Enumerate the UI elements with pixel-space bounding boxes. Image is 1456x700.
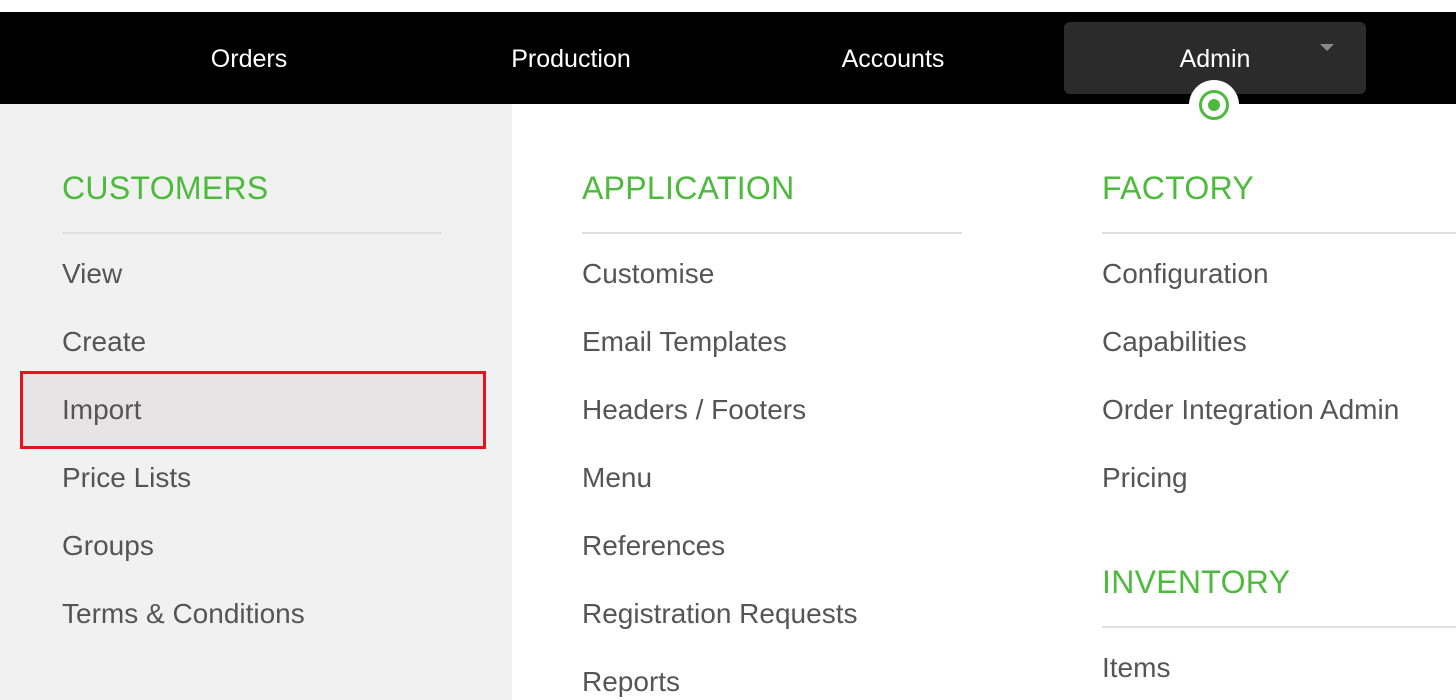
top-strip <box>0 0 1456 12</box>
nav-production[interactable]: Production <box>470 12 672 104</box>
menu-item-customers-price-lists[interactable]: Price Lists <box>62 462 191 494</box>
menu-item-factory-capabilities[interactable]: Capabilities <box>1102 326 1247 358</box>
menu-item-inventory-items[interactable]: Items <box>1102 652 1170 684</box>
menu-item-application-email-templates[interactable]: Email Templates <box>582 326 787 358</box>
nav-accounts[interactable]: Accounts <box>792 12 994 104</box>
chevron-down-icon[interactable] <box>1320 44 1334 51</box>
section-title-inventory: INVENTORY <box>1102 564 1291 600</box>
menu-item-customers-import[interactable]: Import <box>62 394 141 426</box>
inventory-divider <box>1102 626 1456 628</box>
top-navbar: Orders Production Accounts Admin <box>0 12 1456 104</box>
menu-item-application-customise[interactable]: Customise <box>582 258 714 290</box>
nav-orders[interactable]: Orders <box>150 12 348 104</box>
menu-item-application-reports[interactable]: Reports <box>582 666 680 698</box>
target-dot <box>1208 99 1220 111</box>
menu-item-factory-configuration[interactable]: Configuration <box>1102 258 1269 290</box>
menu-item-factory-pricing[interactable]: Pricing <box>1102 462 1188 494</box>
menu-item-application-headers-footers[interactable]: Headers / Footers <box>582 394 806 426</box>
menu-item-customers-create[interactable]: Create <box>62 326 146 358</box>
application-divider <box>582 232 962 234</box>
menu-item-application-registration-requests[interactable]: Registration Requests <box>582 598 857 630</box>
menu-item-application-menu[interactable]: Menu <box>582 462 652 494</box>
menu-item-factory-order-integration-admin[interactable]: Order Integration Admin <box>1102 394 1399 426</box>
menu-item-customers-terms[interactable]: Terms & Conditions <box>62 598 305 630</box>
section-title-factory: FACTORY <box>1102 170 1255 206</box>
target-icon <box>1189 80 1239 130</box>
menu-item-application-references[interactable]: References <box>582 530 725 562</box>
customers-divider <box>62 232 442 234</box>
factory-divider <box>1102 232 1456 234</box>
menu-item-customers-view[interactable]: View <box>62 258 122 290</box>
section-title-application: APPLICATION <box>582 170 795 206</box>
section-title-customers: CUSTOMERS <box>62 170 269 206</box>
menu-item-customers-groups[interactable]: Groups <box>62 530 154 562</box>
